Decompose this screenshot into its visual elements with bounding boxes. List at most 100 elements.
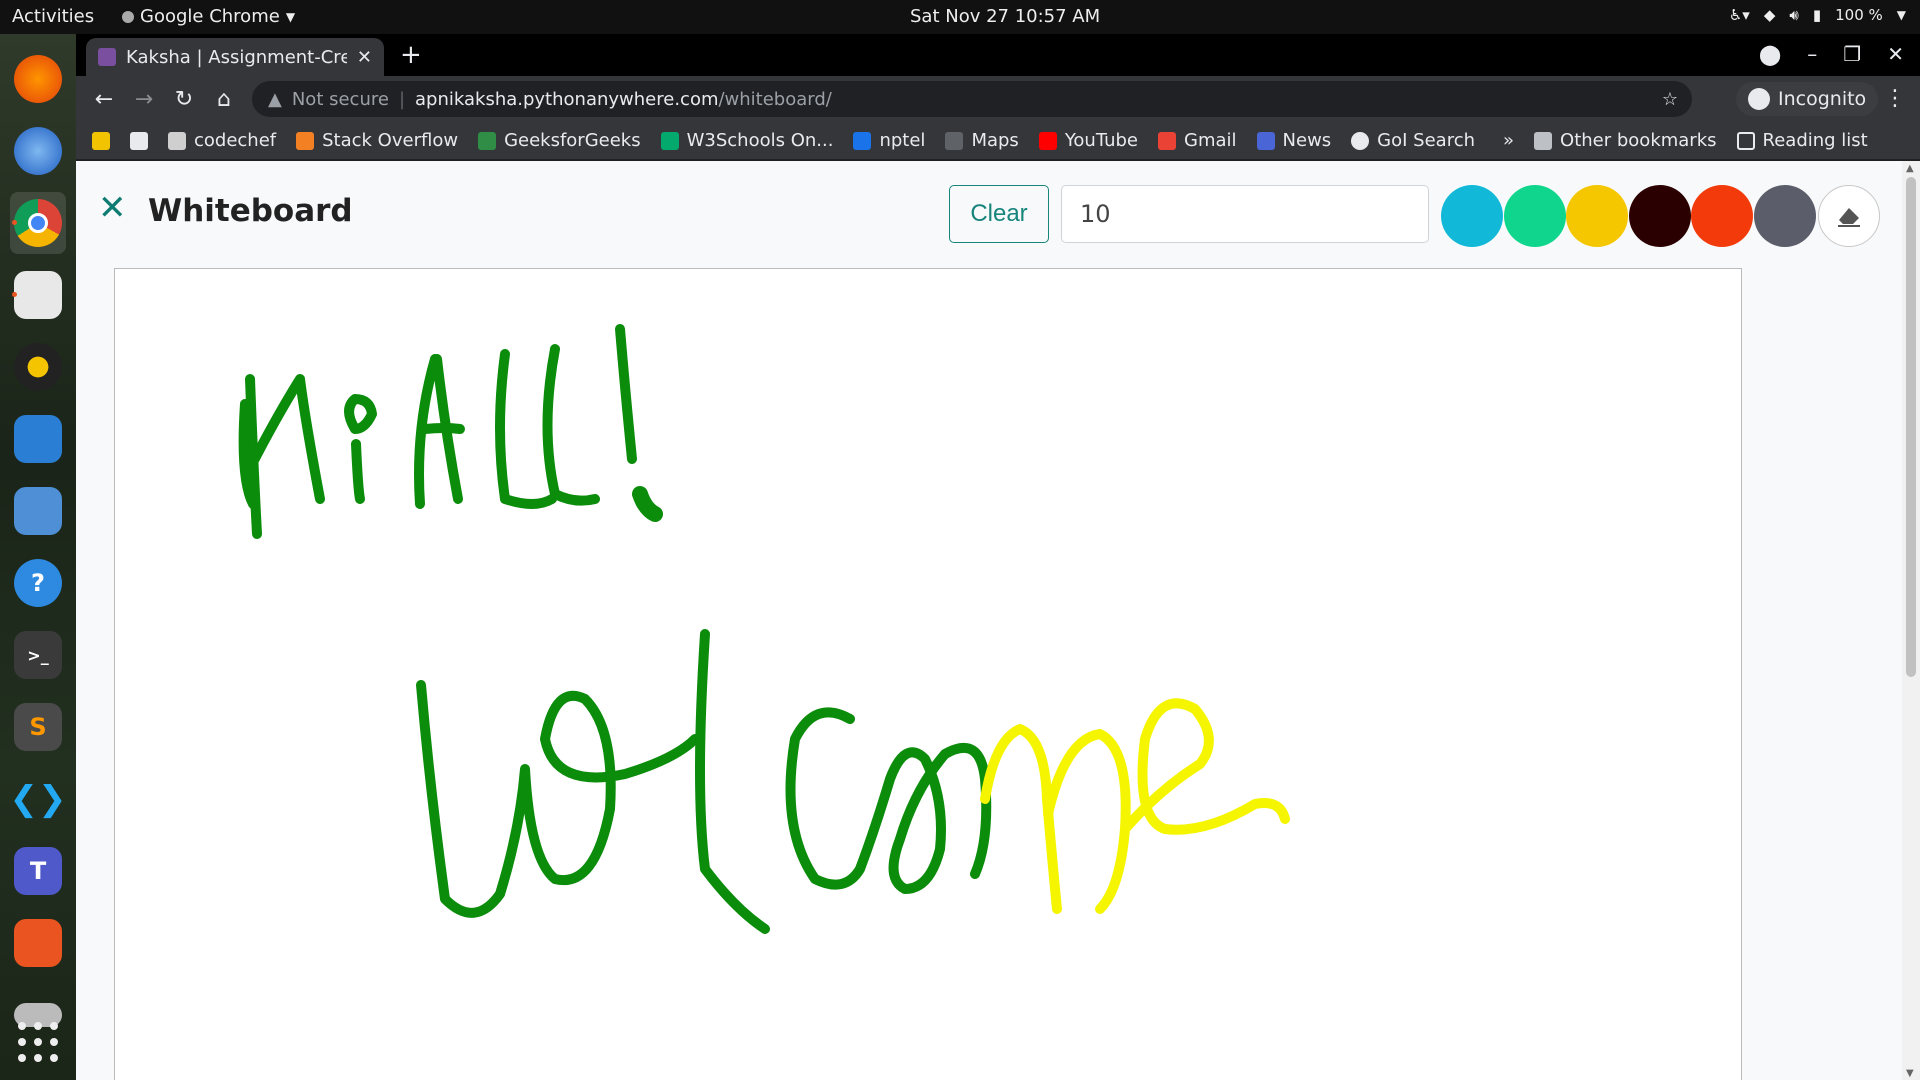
volume-icon: 🔊︎ (1789, 6, 1799, 24)
dock-software[interactable] (10, 480, 66, 542)
chrome-menu-icon[interactable]: ⋮ (1884, 86, 1906, 111)
bookmark-label: Maps (971, 130, 1019, 151)
other-bookmarks[interactable]: Other bookmarks (1534, 130, 1717, 151)
bookmarks-bar: codechef Stack Overflow GeeksforGeeks W3… (76, 122, 1920, 160)
folder-icon (1534, 131, 1553, 150)
accessibility-icon: ♿▾ (1728, 6, 1750, 24)
running-indicator (12, 292, 17, 297)
incognito-icon (1748, 88, 1770, 110)
bookmark-stackoverflow[interactable]: Stack Overflow (296, 130, 458, 151)
dock-teams[interactable]: T (10, 840, 66, 902)
brush-size-input[interactable] (1061, 185, 1429, 243)
bookmark-label: Stack Overflow (322, 130, 459, 151)
more-bookmarks-label: » (1503, 130, 1515, 151)
bookmark-news[interactable]: News (1256, 130, 1331, 151)
bookmark-goi-search[interactable]: GoI Search (1351, 130, 1475, 151)
drawing-strokes (238, 324, 1290, 934)
new-tab-button[interactable]: + (400, 40, 422, 70)
clear-button[interactable]: Clear (949, 185, 1049, 243)
url-host: apnikaksha.pythonanywhere.com (415, 88, 719, 110)
bookmark-favicon-icon (130, 131, 148, 150)
url-text: apnikaksha.pythonanywhere.com/whiteboard… (415, 89, 832, 110)
dock-rhythmbox[interactable] (10, 336, 66, 398)
dock-writer[interactable] (10, 408, 66, 470)
color-swatch-dark[interactable] (1629, 185, 1691, 247)
eraser-button[interactable] (1818, 185, 1880, 247)
dock-firefox[interactable] (10, 48, 66, 110)
eraser-icon (1838, 208, 1860, 227)
color-swatch-red[interactable] (1691, 185, 1753, 247)
back-icon[interactable]: ← (84, 87, 124, 112)
bookmark-w3schools[interactable]: W3Schools On... (660, 130, 833, 151)
dock-ubuntu[interactable] (10, 912, 66, 974)
thunderbird-icon (14, 127, 62, 175)
dock-thunderbird[interactable] (10, 120, 66, 182)
home-icon[interactable]: ⌂ (204, 87, 244, 112)
address-bar[interactable]: ▲ Not secure | apnikaksha.pythonanywhere… (252, 81, 1692, 117)
wifi-icon: ◆ (1763, 6, 1776, 24)
system-tray[interactable]: ♿▾ ◆ 🔊︎ ▮ 100 % ▼ (1729, 6, 1906, 24)
software-center-icon (14, 487, 62, 535)
dock-chrome[interactable] (10, 192, 66, 254)
url-separator: | (398, 88, 406, 110)
close-tab-icon[interactable]: ✕ (357, 47, 372, 68)
help-icon: ? (14, 559, 62, 607)
tab-kaksha[interactable]: Kaksha | Assignment-Crea ✕ (86, 38, 384, 76)
app-menu[interactable]: Google Chrome ▼ (122, 6, 295, 27)
battery-level: 100 % (1835, 6, 1883, 24)
bookmark-item[interactable] (130, 131, 148, 150)
dock-sublime[interactable]: S (10, 696, 66, 758)
dock-terminal[interactable]: >_ (10, 624, 66, 686)
bookmark-item[interactable] (92, 131, 110, 150)
sublime-icon: S (14, 703, 62, 751)
bookmark-nptel[interactable]: nptel (853, 130, 925, 151)
dock-files[interactable] (10, 264, 66, 326)
reading-list[interactable]: Reading list (1736, 130, 1868, 151)
caret-down-icon: ▼ (1896, 8, 1906, 22)
bookmark-codechef[interactable]: codechef (168, 130, 276, 151)
bookmark-star-icon[interactable]: ☆ (1662, 89, 1678, 110)
nptel-icon (853, 131, 872, 150)
tab-search-icon[interactable]: ⬤ (1759, 42, 1781, 66)
geeksforgeeks-icon (478, 131, 497, 150)
bookmark-youtube[interactable]: YouTube (1038, 130, 1139, 151)
bookmark-maps[interactable]: Maps (945, 130, 1019, 151)
activities-button[interactable]: Activities (12, 6, 94, 27)
bookmark-label: YouTube (1064, 130, 1139, 151)
close-icon[interactable]: ✕ (98, 191, 127, 225)
reload-icon[interactable]: ↻ (164, 87, 204, 112)
bookmark-label: codechef (194, 130, 277, 151)
rhythmbox-icon (14, 343, 62, 391)
incognito-badge[interactable]: Incognito (1736, 82, 1879, 116)
color-swatch-yellow[interactable] (1566, 185, 1628, 247)
restore-icon[interactable]: ❐ (1843, 42, 1861, 66)
color-swatch-gray[interactable] (1754, 185, 1816, 247)
scroll-down-icon[interactable]: ▼ (1906, 1068, 1916, 1079)
ubuntu-icon (14, 919, 62, 967)
drawing-canvas[interactable] (114, 268, 1742, 1080)
vscode-icon: ❮❯ (9, 779, 67, 819)
terminal-icon: >_ (14, 631, 62, 679)
globe-icon (1351, 131, 1370, 150)
youtube-icon (1038, 131, 1057, 150)
clock[interactable]: Sat Nov 27 10:57 AM (910, 6, 1100, 27)
color-swatch-green[interactable] (1504, 185, 1566, 247)
dock-help[interactable]: ? (10, 552, 66, 614)
more-bookmarks-button[interactable]: » (1503, 130, 1514, 151)
page-title: Whiteboard (148, 193, 353, 229)
scrollbar-thumb[interactable] (1906, 177, 1916, 677)
scroll-up-icon[interactable]: ▲ (1906, 163, 1916, 174)
bookmark-geeksforgeeks[interactable]: GeeksforGeeks (478, 130, 641, 151)
chrome-icon (14, 199, 62, 247)
color-swatch-cyan[interactable] (1441, 185, 1503, 247)
show-apps-icon[interactable] (18, 1022, 58, 1062)
forward-icon[interactable]: → (124, 87, 164, 112)
stroke-group-welcome-yellow (980, 698, 1290, 914)
close-window-icon[interactable]: ✕ (1887, 42, 1904, 66)
bookmark-gmail[interactable]: Gmail (1158, 130, 1237, 151)
dock-vscode[interactable]: ❮❯ (9, 768, 67, 830)
minimize-icon[interactable]: – (1807, 42, 1817, 66)
chrome-window: Kaksha | Assignment-Crea ✕ + ⬤ – ❐ ✕ ← →… (76, 34, 1920, 1080)
page-scrollbar[interactable]: ▲ ▼ (1902, 161, 1920, 1080)
security-label: Not secure (291, 88, 389, 110)
